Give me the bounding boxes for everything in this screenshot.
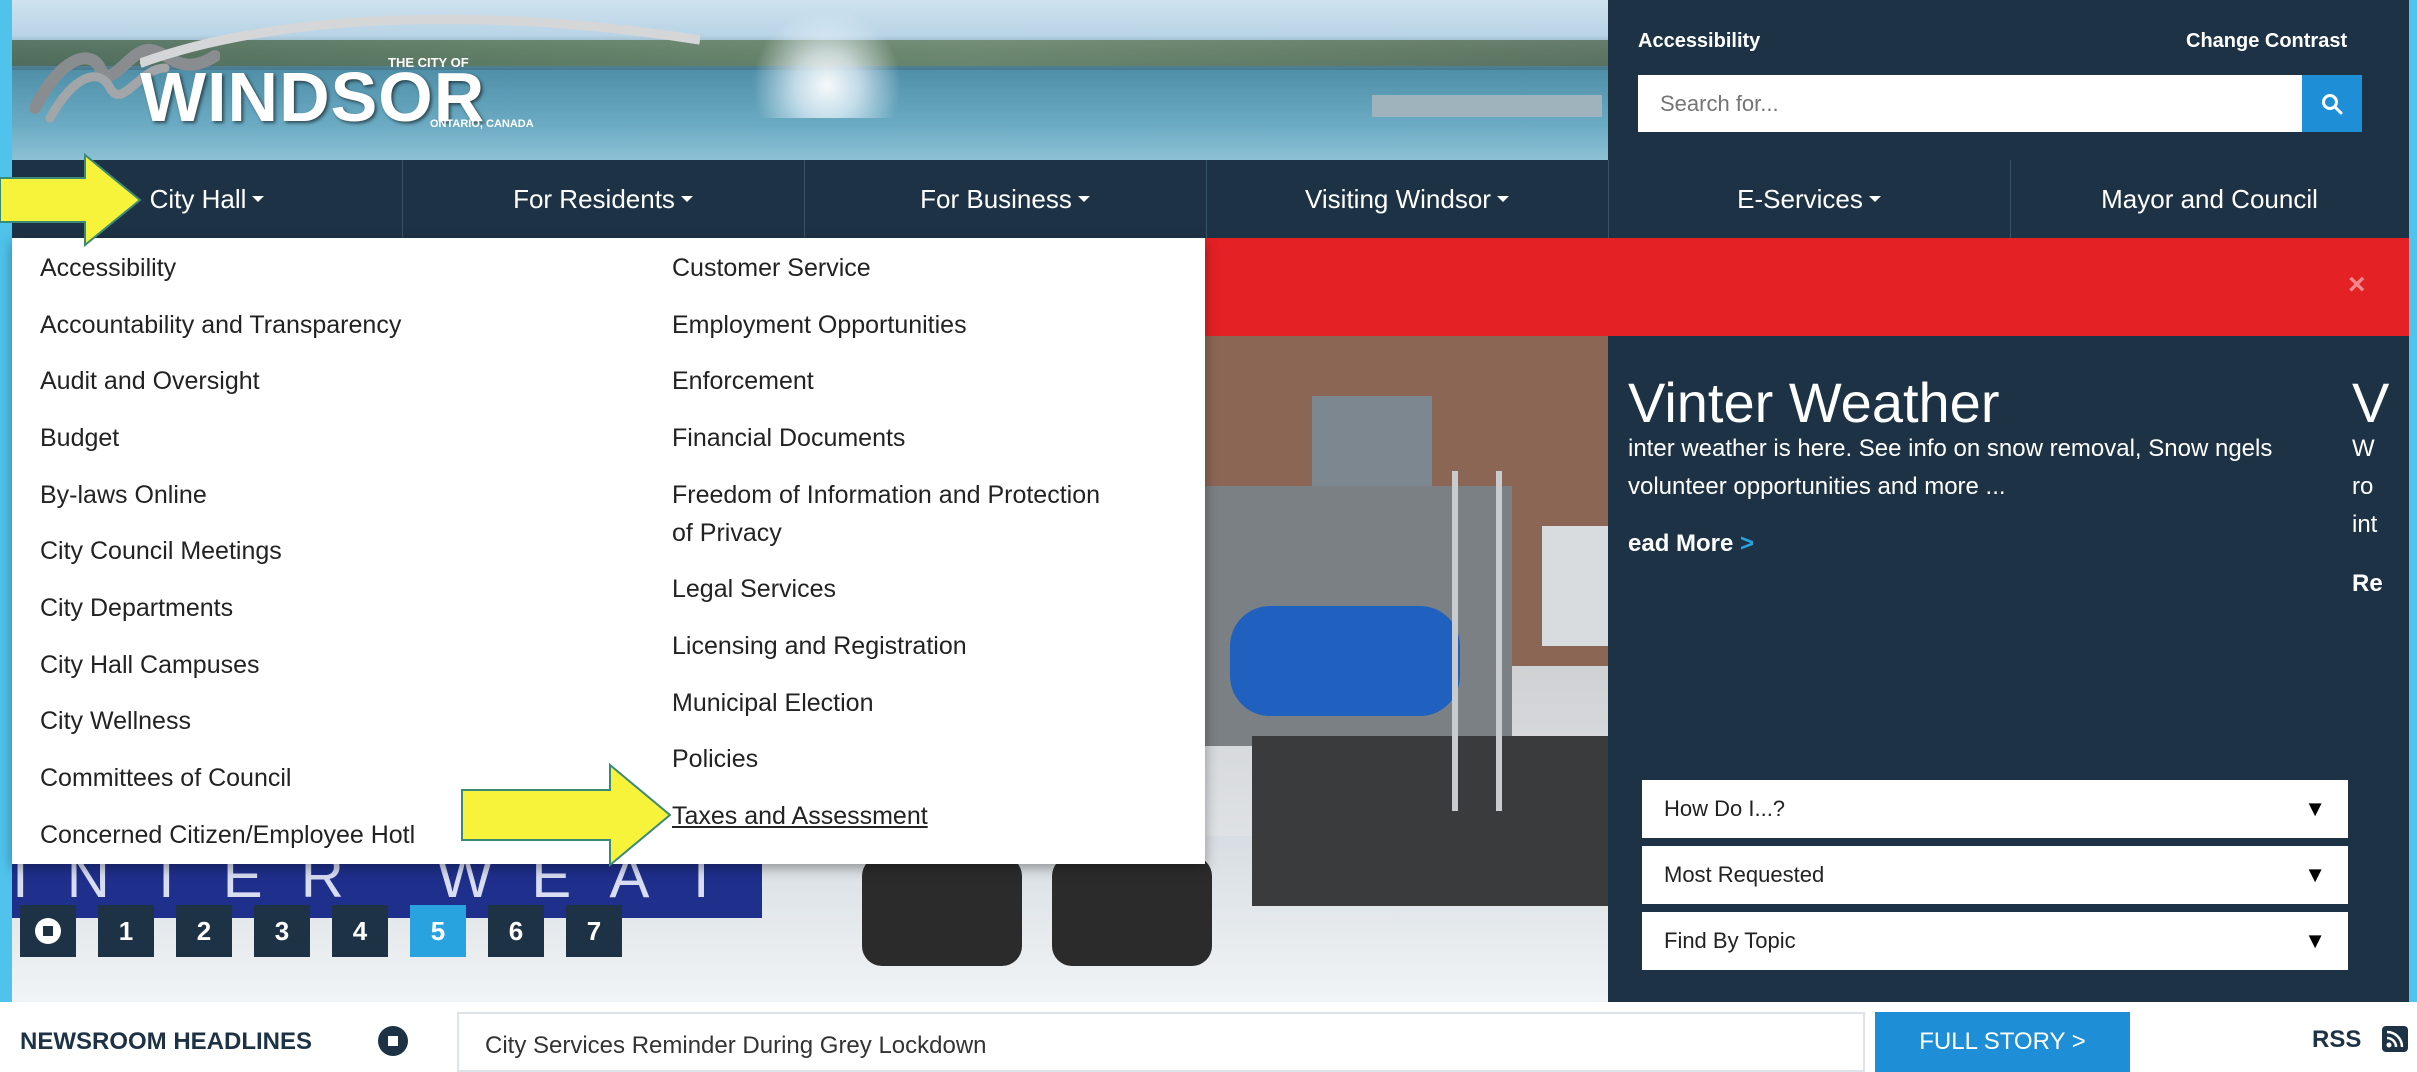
nav-label: E-Services [1737,183,1863,214]
feature-read-more-next[interactable]: Re [2352,570,2383,598]
menu-item-city-hall-campuses[interactable]: City Hall Campuses [40,646,260,684]
slide-button-6[interactable]: 6 [488,905,544,957]
slide-button-3[interactable]: 3 [254,905,310,957]
feature-text-next: W ro int [2352,435,2378,538]
how-do-i-select[interactable]: How Do I...? ▼ [1642,780,2348,838]
rss-glyph [2386,1030,2404,1048]
menu-item-financial-documents[interactable]: Financial Documents [672,419,905,457]
menu-item-by-laws[interactable]: By-laws Online [40,476,207,514]
nav-mayor-and-council[interactable]: Mayor and Council [2010,160,2409,238]
menu-item-employment[interactable]: Employment Opportunities [672,306,967,344]
menu-item-municipal-election[interactable]: Municipal Election [672,684,874,722]
menu-item-committees[interactable]: Committees of Council [40,759,291,797]
menu-item-concerned-citizen[interactable]: Concerned Citizen/Employee Hotl [40,816,415,854]
triangle-down-icon: ▼ [2304,862,2326,887]
annotation-arrow-icon [461,762,672,868]
chevron-right-icon: > [1740,530,1755,557]
nav-e-services[interactable]: E-Services [1608,160,2011,238]
hero-parking-sign [1542,526,1608,646]
feature-title-next: V [2352,371,2390,434]
nav-label: For Residents [513,183,675,214]
accessibility-link[interactable]: Accessibility [1638,30,1760,53]
most-requested-select[interactable]: Most Requested ▼ [1642,846,2348,904]
menu-item-audit[interactable]: Audit and Oversight [40,362,260,400]
logo-the-city-of-text: THE CITY OF [388,55,469,70]
change-contrast-link[interactable]: Change Contrast [2186,30,2347,53]
nav-for-business[interactable]: For Business [804,160,1207,238]
caret-down-icon [1496,196,1509,202]
nav-label: Visiting Windsor [1305,183,1491,214]
pause-icon [388,1036,398,1046]
feature-text: inter weather is here. See info on snow … [1628,435,2273,500]
alert-bar [1205,238,2409,336]
menu-item-budget[interactable]: Budget [40,419,119,457]
search-input[interactable] [1638,75,2302,132]
pause-icon [35,918,61,944]
right-edge-strip [2409,0,2417,1072]
nav-label: Mayor and Council [2101,183,2318,214]
slide-button-4[interactable]: 4 [332,905,388,957]
slide-button-7[interactable]: 7 [566,905,622,957]
newsroom-pause-button[interactable] [378,1026,408,1056]
menu-item-legal-services[interactable]: Legal Services [672,570,836,608]
triangle-down-icon: ▼ [2304,796,2326,821]
menu-item-policies[interactable]: Policies [672,740,758,778]
logo-ontario-text: ONTARIO, CANADA [430,118,534,130]
select-label: Find By Topic [1664,928,1796,953]
full-story-button[interactable]: FULL STORY > [1875,1012,2130,1072]
newsroom-headline-link[interactable]: City Services Reminder During Grey Lockd… [457,1012,1865,1072]
nav-label: For Business [920,183,1072,214]
find-by-topic-select[interactable]: Find By Topic ▼ [1642,912,2348,970]
menu-item-accountability[interactable]: Accountability and Transparency [40,306,401,344]
slide-pause-button[interactable] [20,905,76,957]
hero-truck-frame [1252,736,1608,906]
caret-down-icon [1077,196,1090,202]
menu-item-accessibility[interactable]: Accessibility [40,249,176,287]
annotation-arrow-icon [0,152,142,248]
hero-salt-tank [1230,606,1460,716]
hero-tire [1052,856,1212,966]
hero-tire [862,856,1022,966]
menu-item-customer-service[interactable]: Customer Service [672,249,871,287]
newsroom-label: NEWSROOM HEADLINES [20,1028,313,1055]
caret-down-icon [680,196,693,202]
feature-title: Vinter Weather [1628,371,2000,434]
search-button[interactable] [2302,75,2362,132]
slide-button-5[interactable]: 5 [410,905,466,957]
slide-button-2[interactable]: 2 [176,905,232,957]
rss-link[interactable]: RSS [2312,1026,2361,1054]
caret-down-icon [252,196,265,202]
caret-down-icon [1868,196,1881,202]
close-icon[interactable]: × [2348,268,2366,302]
read-more-label: ead More [1628,530,1734,557]
rss-icon[interactable] [2382,1026,2408,1052]
menu-item-city-departments[interactable]: City Departments [40,589,233,627]
menu-item-freedom-of-information[interactable]: Freedom of Information and Protection [672,476,1100,514]
select-label: Most Requested [1664,862,1825,887]
menu-item-enforcement[interactable]: Enforcement [672,362,814,400]
nav-for-residents[interactable]: For Residents [402,160,805,238]
banner-fountain [752,8,902,118]
feature-read-more-link[interactable]: ead More > [1628,530,1754,558]
menu-item-city-wellness[interactable]: City Wellness [40,702,191,740]
hero-ladder [1452,471,1502,811]
menu-item-taxes-and-assessment[interactable]: Taxes and Assessment [672,797,928,835]
nav-visiting-windsor[interactable]: Visiting Windsor [1206,160,1609,238]
menu-item-council-meetings[interactable]: City Council Meetings [40,532,282,570]
banner-pier [1372,95,1602,117]
menu-item-licensing[interactable]: Licensing and Registration [672,627,967,665]
menu-item-freedom-of-information-line2[interactable]: of Privacy [672,514,782,552]
search-icon [2322,93,2343,114]
slide-button-1[interactable]: 1 [98,905,154,957]
triangle-down-icon: ▼ [2304,928,2326,953]
select-label: How Do I...? [1664,796,1786,821]
nav-label: City Hall [149,183,247,214]
